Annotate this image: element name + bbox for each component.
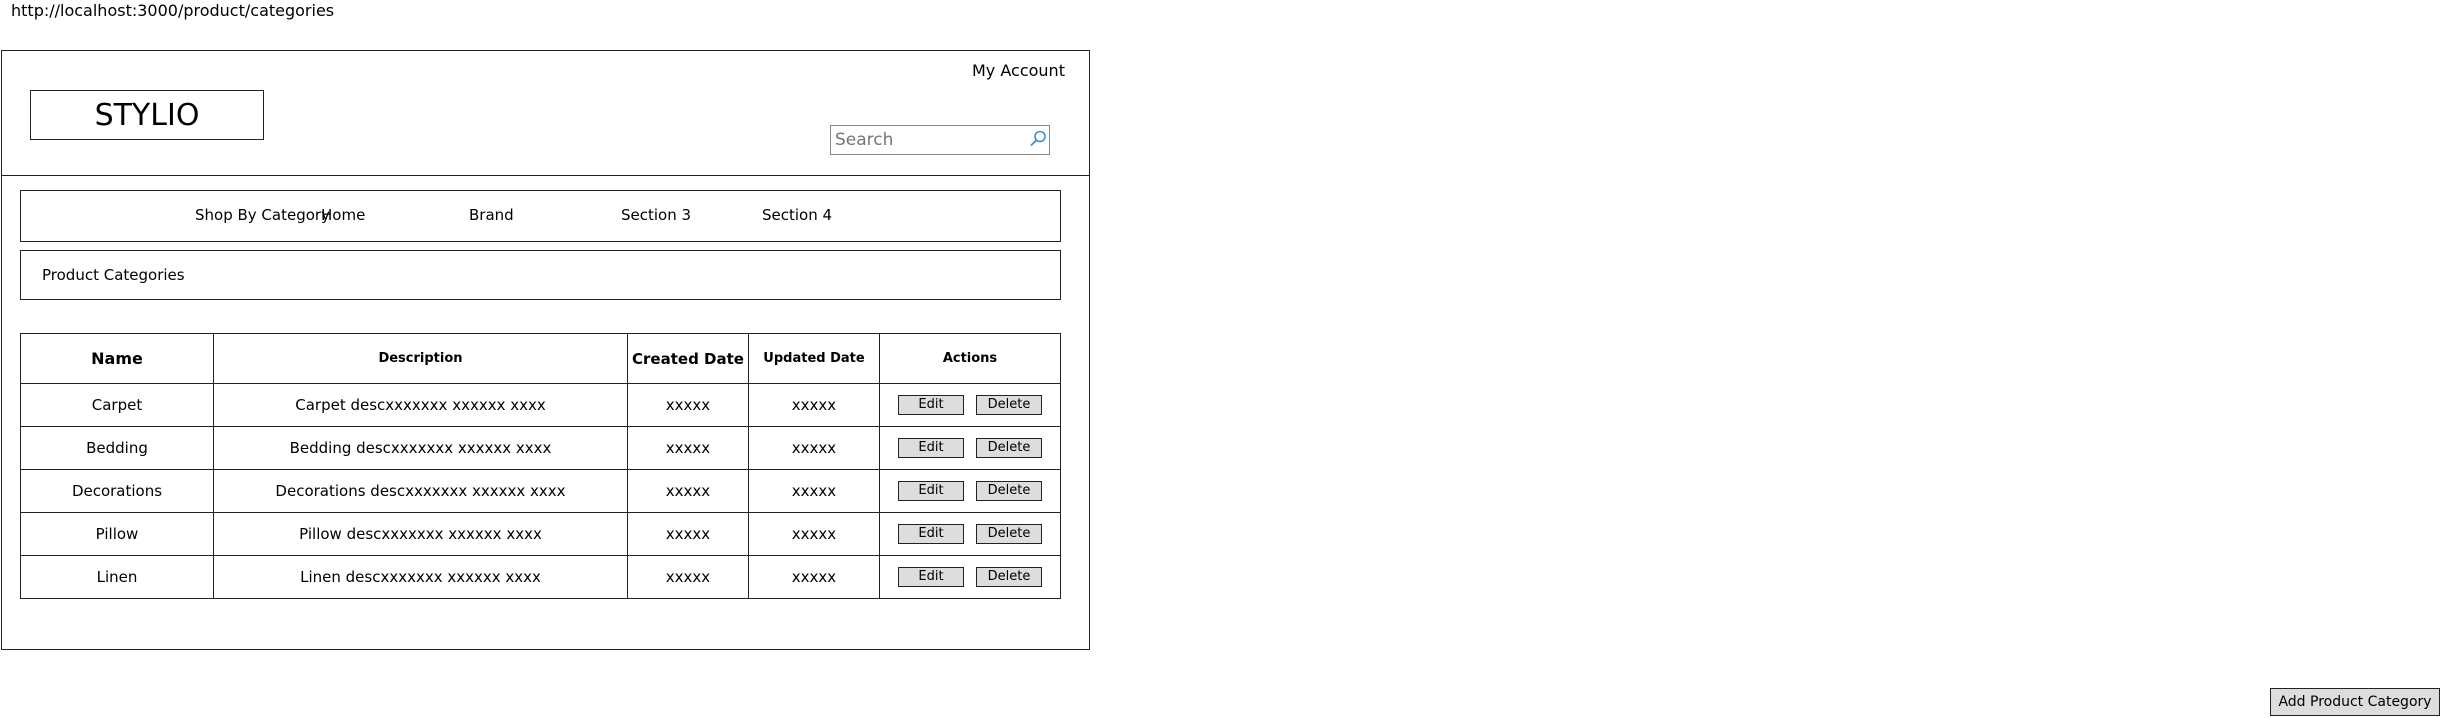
logo-text: STYLIO [94, 97, 200, 133]
table-header-row: Name Description Created Date Updated Da… [20, 333, 1061, 384]
cell-created-date: xxxxx [627, 512, 749, 556]
search-input[interactable] [830, 125, 1050, 155]
edit-button[interactable]: Edit [898, 438, 964, 458]
cell-description: Decorations descxxxxxxx xxxxxx xxxx [213, 469, 628, 513]
column-header-created-date: Created Date [627, 333, 749, 384]
address-url: http://localhost:3000/product/categories [11, 1, 335, 20]
cell-description: Linen descxxxxxxx xxxxxx xxxx [213, 555, 628, 599]
cell-actions: Edit Delete [879, 469, 1061, 513]
table-row: Bedding Bedding descxxxxxxx xxxxxx xxxx … [20, 426, 1061, 470]
nav-item-section-3[interactable]: Section 3 [621, 206, 691, 224]
delete-button[interactable]: Delete [976, 481, 1042, 501]
table-row: Pillow Pillow descxxxxxxx xxxxxx xxxx xx… [20, 512, 1061, 556]
cell-actions: Edit Delete [879, 555, 1061, 599]
cell-description: Bedding descxxxxxxx xxxxxx xxxx [213, 426, 628, 470]
cell-updated-date: xxxxx [748, 383, 880, 427]
cell-name: Bedding [20, 426, 214, 470]
cell-description: Pillow descxxxxxxx xxxxxx xxxx [213, 512, 628, 556]
header-divider [1, 175, 1090, 176]
table-row: Decorations Decorations descxxxxxxx xxxx… [20, 469, 1061, 513]
delete-button[interactable]: Delete [976, 438, 1042, 458]
cell-created-date: xxxxx [627, 469, 749, 513]
delete-button[interactable]: Delete [976, 395, 1042, 415]
cell-updated-date: xxxxx [748, 469, 880, 513]
cell-updated-date: xxxxx [748, 512, 880, 556]
cell-name: Pillow [20, 512, 214, 556]
nav-item-section-4[interactable]: Section 4 [762, 206, 832, 224]
nav-item-home[interactable]: Home [321, 206, 365, 224]
column-header-description: Description [213, 333, 628, 384]
my-account-link[interactable]: My Account [972, 61, 1065, 80]
edit-button[interactable]: Edit [898, 395, 964, 415]
categories-table: Name Description Created Date Updated Da… [20, 333, 1061, 599]
column-header-updated-date: Updated Date [748, 333, 880, 384]
page-title: Product Categories [42, 266, 185, 284]
cell-created-date: xxxxx [627, 383, 749, 427]
edit-button[interactable]: Edit [898, 524, 964, 544]
cell-name: Decorations [20, 469, 214, 513]
cell-created-date: xxxxx [627, 555, 749, 599]
delete-button[interactable]: Delete [976, 524, 1042, 544]
cell-actions: Edit Delete [879, 383, 1061, 427]
add-product-category-button[interactable]: Add Product Category [2270, 688, 2440, 716]
cell-created-date: xxxxx [627, 426, 749, 470]
cell-description: Carpet descxxxxxxx xxxxxx xxxx [213, 383, 628, 427]
table-row: Linen Linen descxxxxxxx xxxxxx xxxx xxxx… [20, 555, 1061, 599]
nav-bar [20, 190, 1061, 242]
nav-item-brand[interactable]: Brand [469, 206, 514, 224]
column-header-actions: Actions [879, 333, 1061, 384]
cell-updated-date: xxxxx [748, 555, 880, 599]
cell-updated-date: xxxxx [748, 426, 880, 470]
search-icon[interactable] [1028, 129, 1048, 149]
cell-actions: Edit Delete [879, 426, 1061, 470]
cell-name: Carpet [20, 383, 214, 427]
edit-button[interactable]: Edit [898, 481, 964, 501]
table-row: Carpet Carpet descxxxxxxx xxxxxx xxxx xx… [20, 383, 1061, 427]
edit-button[interactable]: Edit [898, 567, 964, 587]
nav-item-shop-by-category[interactable]: Shop By Category [195, 206, 330, 224]
cell-actions: Edit Delete [879, 512, 1061, 556]
delete-button[interactable]: Delete [976, 567, 1042, 587]
cell-name: Linen [20, 555, 214, 599]
column-header-name: Name [20, 333, 214, 384]
logo: STYLIO [30, 90, 264, 140]
add-product-category-label: Add Product Category [2278, 694, 2432, 710]
